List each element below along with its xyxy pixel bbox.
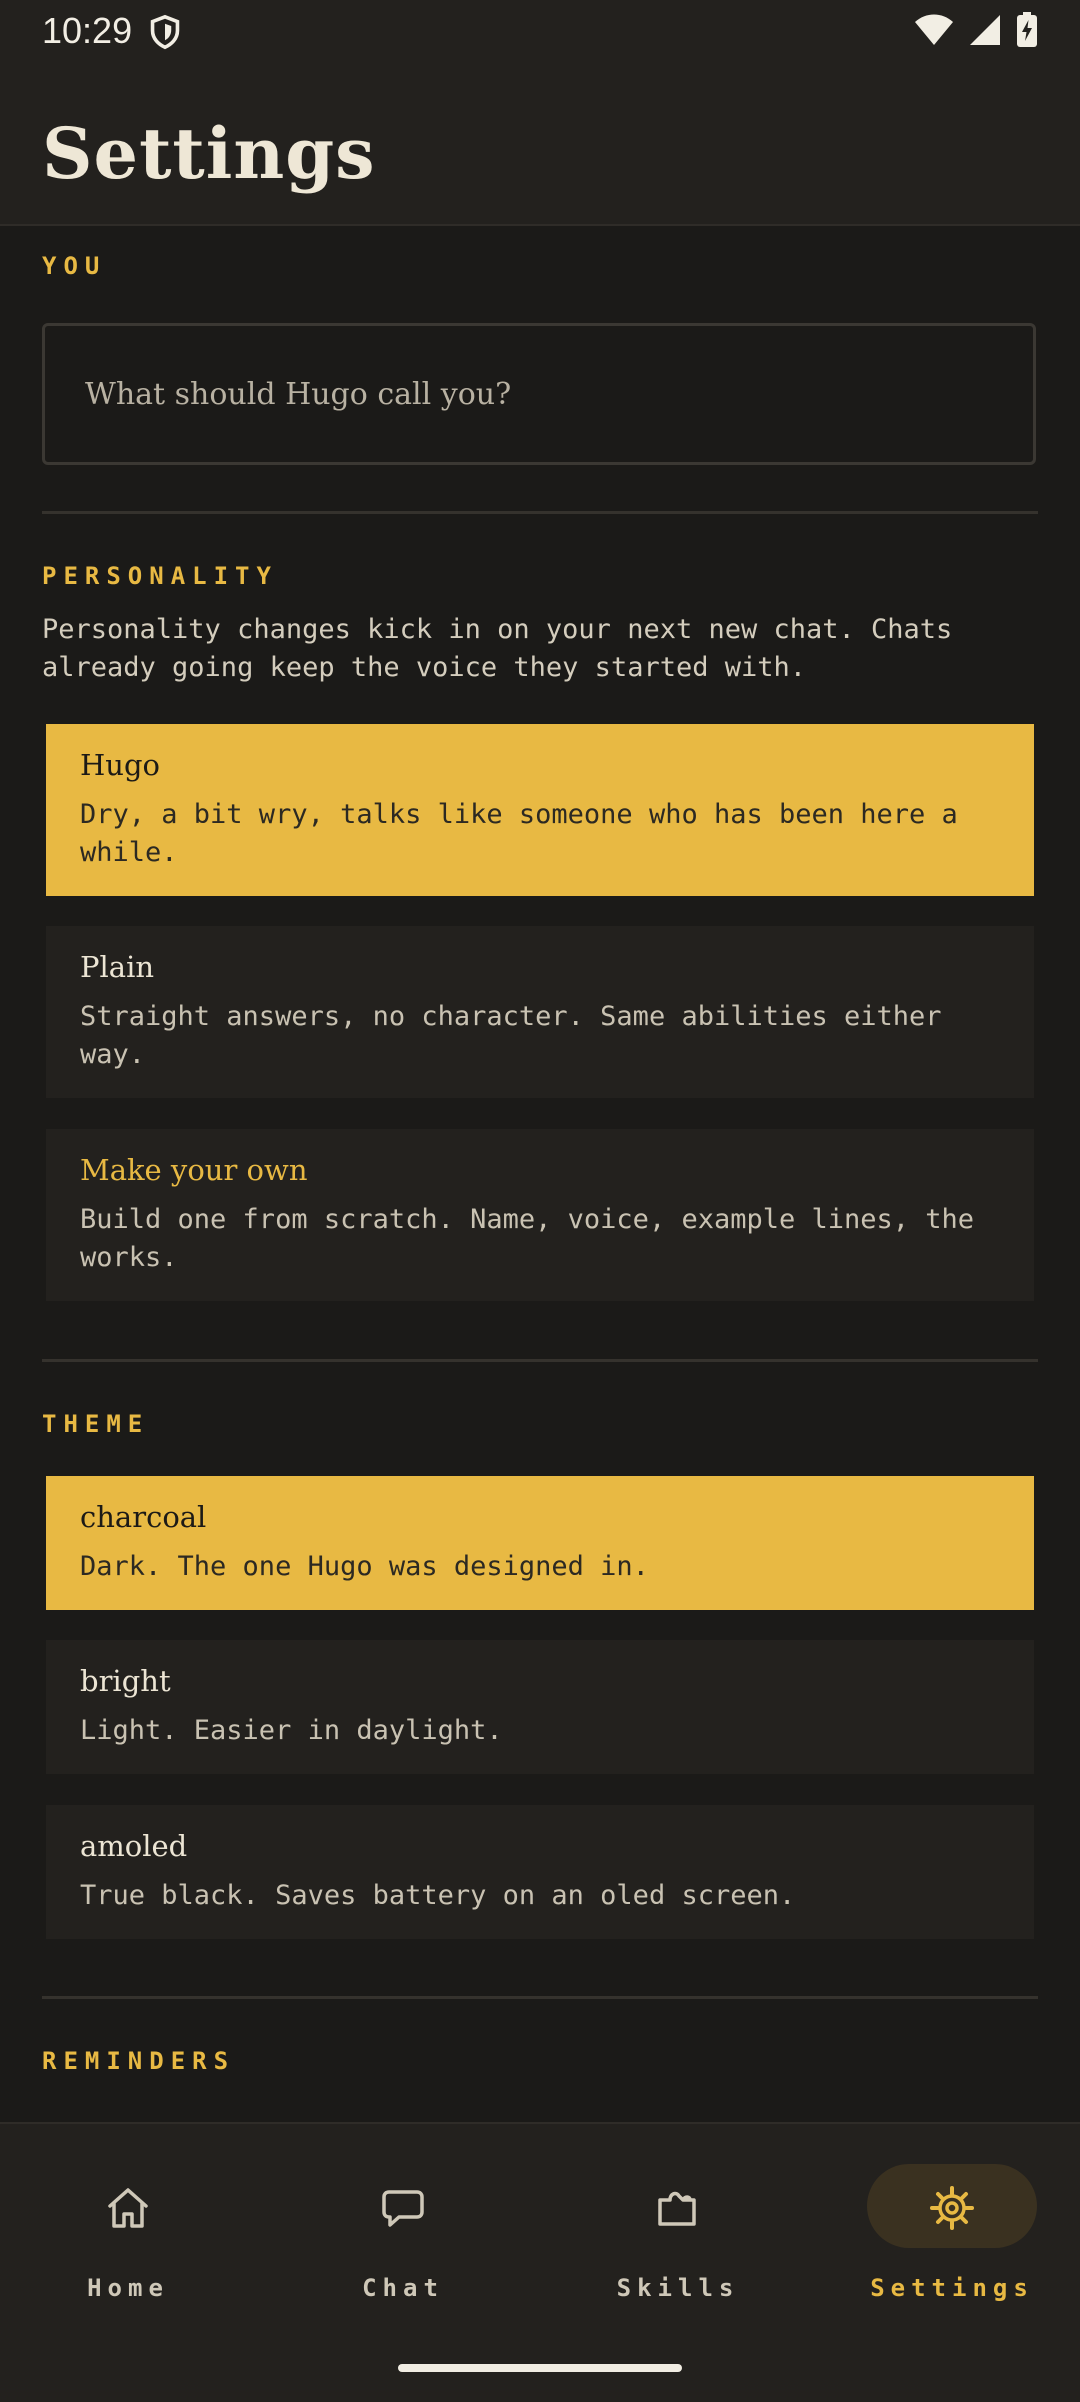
name-input[interactable] [42, 323, 1036, 465]
nav-item-home[interactable]: Home [18, 2164, 238, 2314]
section-divider [42, 1359, 1038, 1362]
shield-icon [150, 14, 180, 50]
status-bar: 10:29 [0, 0, 1080, 62]
option-title: charcoal [80, 1500, 207, 1534]
personality-option-make-your-own[interactable]: Make your own Build one from scratch. Na… [46, 1129, 1034, 1301]
option-title: Plain [80, 950, 155, 984]
section-header-personality: PERSONALITY [42, 562, 278, 590]
option-title: Hugo [80, 748, 160, 782]
section-header-reminders: REMINDERS [42, 2047, 236, 2075]
app-bar: Settings [0, 62, 1080, 226]
section-header-you: YOU [42, 252, 107, 280]
option-description: Dry, a bit wry, talks like someone who h… [80, 799, 958, 868]
puzzle-icon [658, 2191, 696, 2226]
nav-label: Home [87, 2274, 169, 2302]
option-title: bright [80, 1664, 171, 1698]
gesture-home-indicator[interactable] [398, 2364, 682, 2372]
section-divider [42, 511, 1038, 514]
nav-item-settings[interactable]: Settings [842, 2164, 1062, 2314]
option-description: Dark. The one Hugo was designed in. [80, 1551, 649, 1582]
nav-label: Chat [362, 2274, 444, 2302]
nav-label: Skills [616, 2274, 740, 2302]
option-description: True black. Saves battery on an oled scr… [80, 1880, 796, 1911]
option-description: Light. Easier in daylight. [80, 1715, 503, 1746]
nav-item-skills[interactable]: Skills [568, 2164, 788, 2314]
gear-icon [930, 2186, 974, 2230]
battery-charging-icon [1017, 12, 1037, 47]
personality-description: Personality changes kick in on your next… [42, 614, 953, 683]
nav-label: Settings [870, 2274, 1034, 2302]
section-header-theme: THEME [42, 1410, 150, 1438]
personality-option-hugo[interactable]: Hugo Dry, a bit wry, talks like someone … [46, 724, 1034, 896]
page-title: Settings [42, 112, 376, 195]
home-icon [108, 2188, 148, 2228]
nav-item-chat[interactable]: Chat [293, 2164, 513, 2314]
theme-option-bright[interactable]: bright Light. Easier in daylight. [46, 1640, 1034, 1774]
option-description: Build one from scratch. Name, voice, exa… [80, 1204, 975, 1273]
option-title: Make your own [80, 1153, 308, 1187]
signal-icon [970, 15, 1000, 45]
option-title: amoled [80, 1829, 188, 1863]
status-time: 10:29 [42, 10, 133, 51]
bottom-navigation: Home Chat Skills Settings [0, 2122, 1080, 2402]
theme-option-charcoal[interactable]: charcoal Dark. The one Hugo was designed… [46, 1476, 1034, 1610]
option-description: Straight answers, no character. Same abi… [80, 1001, 942, 1070]
theme-option-amoled[interactable]: amoled True black. Saves battery on an o… [46, 1805, 1034, 1939]
personality-option-plain[interactable]: Plain Straight answers, no character. Sa… [46, 926, 1034, 1098]
wifi-icon [915, 14, 953, 45]
section-divider [42, 1996, 1038, 1999]
settings-content[interactable]: YOU PERSONALITY Personality changes kick… [0, 226, 1080, 2122]
chat-icon [382, 2190, 424, 2227]
